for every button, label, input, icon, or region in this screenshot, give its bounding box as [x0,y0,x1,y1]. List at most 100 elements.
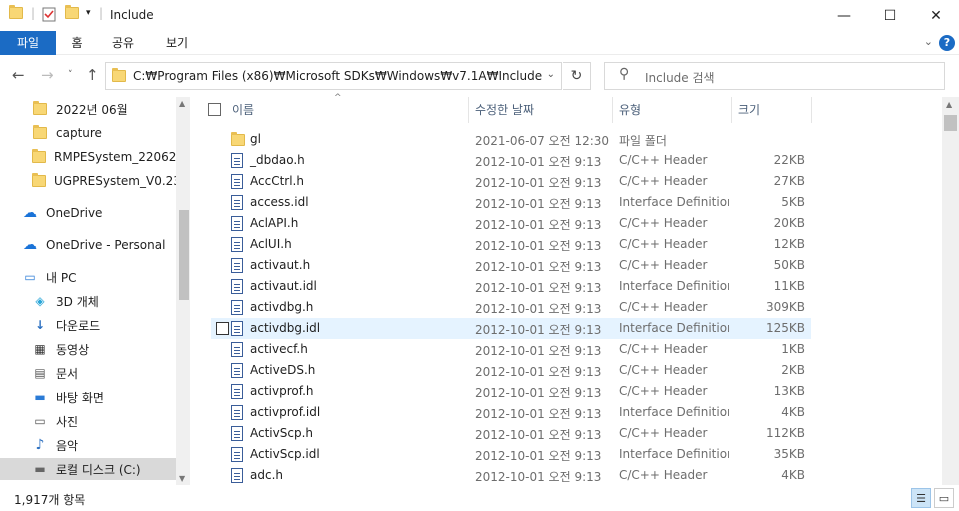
file-row[interactable]: activaut.idl 2012-10-01 오전 9:13 Interface … [211,276,811,297]
file-name[interactable]: activdbg.idl [250,321,320,335]
sidebar-item[interactable]: ◈ 3D 개체 [0,290,176,312]
file-name[interactable]: gl [250,132,261,146]
up-arrow-icon[interactable]: ↑ [86,66,99,84]
file-name[interactable]: AclUI.h [250,237,292,251]
column-divider[interactable] [811,97,812,123]
file-name[interactable]: activaut.h [250,258,310,272]
file-date: 2012-10-01 오전 9:13 [475,386,602,400]
file-row[interactable]: AclAPI.h 2012-10-01 오전 9:13 C/C++ Header 20… [211,213,811,234]
idl-file-icon [231,447,243,462]
file-name[interactable]: ActivScp.h [250,426,313,440]
file-name[interactable]: ActivScp.idl [250,447,320,461]
file-row[interactable]: AclUI.h 2012-10-01 오전 9:13 C/C++ Header 12K… [211,234,811,255]
sidebar-item[interactable]: ↓ 다운로드 [0,314,176,336]
properties-icon[interactable] [42,6,56,22]
file-row[interactable]: activprof.idl 2012-10-01 오전 9:13 Interface… [211,402,811,423]
tab-file[interactable]: 파일 [0,31,56,55]
file-row[interactable]: access.idl 2012-10-01 오전 9:13 Interface De… [211,192,811,213]
file-row[interactable]: activdbg.h 2012-10-01 오전 9:13 C/C++ Header… [211,297,811,318]
new-folder-icon[interactable] [65,5,79,19]
sidebar-item[interactable]: ▤ 문서 [0,362,176,384]
column-size[interactable]: 크기 [738,97,760,123]
minimize-button[interactable]: — [821,0,867,31]
sidebar-item[interactable]: capture [0,122,176,144]
file-date: 2012-10-01 오전 9:13 [475,302,602,316]
scroll-up-icon[interactable]: ▲ [179,99,185,108]
file-row[interactable]: activecf.h 2012-10-01 오전 9:13 C/C++ Header… [211,339,811,360]
tab-view[interactable]: 보기 [157,31,197,55]
file-name[interactable]: activprof.idl [250,405,320,419]
tab-share[interactable]: 공유 [103,31,143,55]
close-button[interactable]: ✕ [913,0,959,31]
file-row[interactable]: adc.h 2012-10-01 오전 9:13 C/C++ Header 4KB [211,465,811,486]
file-row[interactable]: activaut.h 2012-10-01 오전 9:13 C/C++ Header… [211,255,811,276]
file-name[interactable]: activaut.idl [250,279,317,293]
maximize-button[interactable]: ☐ [867,0,913,31]
file-name[interactable]: AclAPI.h [250,216,298,230]
chevron-down-icon[interactable]: ⌄ [547,69,555,80]
sidebar-item[interactable]: ▭ 사진 [0,410,176,432]
address-text[interactable]: C:₩Program Files (x86)₩Microsoft SDKs₩Wi… [133,69,542,83]
recent-locations-icon[interactable]: ˅ [68,70,73,80]
file-list-scroll-thumb[interactable] [944,115,957,131]
details-view-button[interactable]: ☰ [911,488,931,508]
file-list-scrollbar[interactable] [942,97,959,485]
sidebar-item[interactable]: RMPESystem_220621 [0,146,184,168]
back-arrow-icon[interactable]: ← [12,66,25,84]
header-file-icon [231,174,243,189]
forward-arrow-icon[interactable]: → [41,66,54,84]
file-name[interactable]: activecf.h [250,342,308,356]
file-date: 2012-10-01 오전 9:13 [475,470,602,484]
column-date[interactable]: 수정한 날짜 [475,97,534,123]
search-placeholder[interactable]: Include 검색 [645,69,715,86]
select-all-checkbox[interactable] [208,103,221,116]
sidebar-item[interactable]: UGPRESystem_V0.23 [0,170,181,192]
row-checkbox[interactable] [216,322,229,335]
file-row[interactable]: AccCtrl.h 2012-10-01 오전 9:13 C/C++ Header 2… [211,171,811,192]
scroll-down-icon[interactable]: ▼ [179,474,185,483]
column-divider[interactable] [468,97,469,123]
search-box[interactable]: ⚲ Include 검색 [604,62,945,90]
file-row[interactable]: ActivScp.h 2012-10-01 오전 9:13 C/C++ Header… [211,423,811,444]
refresh-button[interactable]: ↻ [563,62,591,90]
file-row[interactable]: gl 2021-06-07 오전 12:30 파일 폴더 [211,129,811,150]
sidebar-item[interactable]: ♪ 음악 [0,434,176,456]
file-row[interactable]: _dbdao.h 2012-10-01 오전 9:13 C/C++ Header 22… [211,150,811,171]
column-name[interactable]: 이름 [232,97,254,123]
scroll-up-icon[interactable]: ▲ [946,100,952,109]
sidebar-item[interactable]: ▦ 동영상 [0,338,176,360]
file-name[interactable]: activdbg.h [250,300,313,314]
file-size: 4KB [781,468,805,482]
file-name[interactable]: adc.h [250,468,283,482]
column-divider[interactable] [612,97,613,123]
file-row[interactable]: ActivScp.idl 2012-10-01 오전 9:13 Interface … [211,444,811,465]
file-row[interactable]: activprof.h 2012-10-01 오전 9:13 C/C++ Heade… [211,381,811,402]
file-name[interactable]: ActiveDS.h [250,363,315,377]
large-icons-view-button[interactable]: ▭ [934,488,954,508]
file-name[interactable]: access.idl [250,195,309,209]
sidebar-item[interactable]: ▭ 내 PC [0,266,176,288]
help-icon[interactable]: ? [939,35,955,51]
file-name[interactable]: _dbdao.h [250,153,305,167]
idl-file-icon [231,195,243,210]
file-row[interactable]: ActiveDS.h 2012-10-01 오전 9:13 C/C++ Header… [211,360,811,381]
column-type[interactable]: 유형 [619,97,641,123]
sidebar-item[interactable]: ▬ 바탕 화면 [0,386,176,408]
sidebar-item[interactable]: 2022년 06월 [0,98,176,120]
tab-home[interactable]: 홈 [62,31,92,55]
file-name[interactable]: AccCtrl.h [250,174,304,188]
folder-icon [32,173,46,188]
sidebar-item[interactable]: ☁ OneDrive [0,202,176,224]
sidebar-item[interactable]: ▬ 로컬 디스크 (C:) [0,458,176,480]
sidebar-item[interactable]: ☁ OneDrive - Personal [0,234,176,256]
file-row[interactable]: activdbg.idl 2012-10-01 오전 9:13 Interface … [211,318,811,339]
sidebar-item-label: 내 PC [46,270,77,285]
file-date: 2012-10-01 오전 9:13 [475,365,602,379]
sidebar-scroll-thumb[interactable] [179,210,189,300]
column-divider[interactable] [731,97,732,123]
customize-quick-access-icon[interactable]: ▾ [86,8,91,18]
expand-ribbon-icon[interactable]: ⌄ [924,35,933,48]
header-file-icon [231,216,243,231]
file-name[interactable]: activprof.h [250,384,314,398]
address-bar[interactable]: C:₩Program Files (x86)₩Microsoft SDKs₩Wi… [105,62,562,90]
